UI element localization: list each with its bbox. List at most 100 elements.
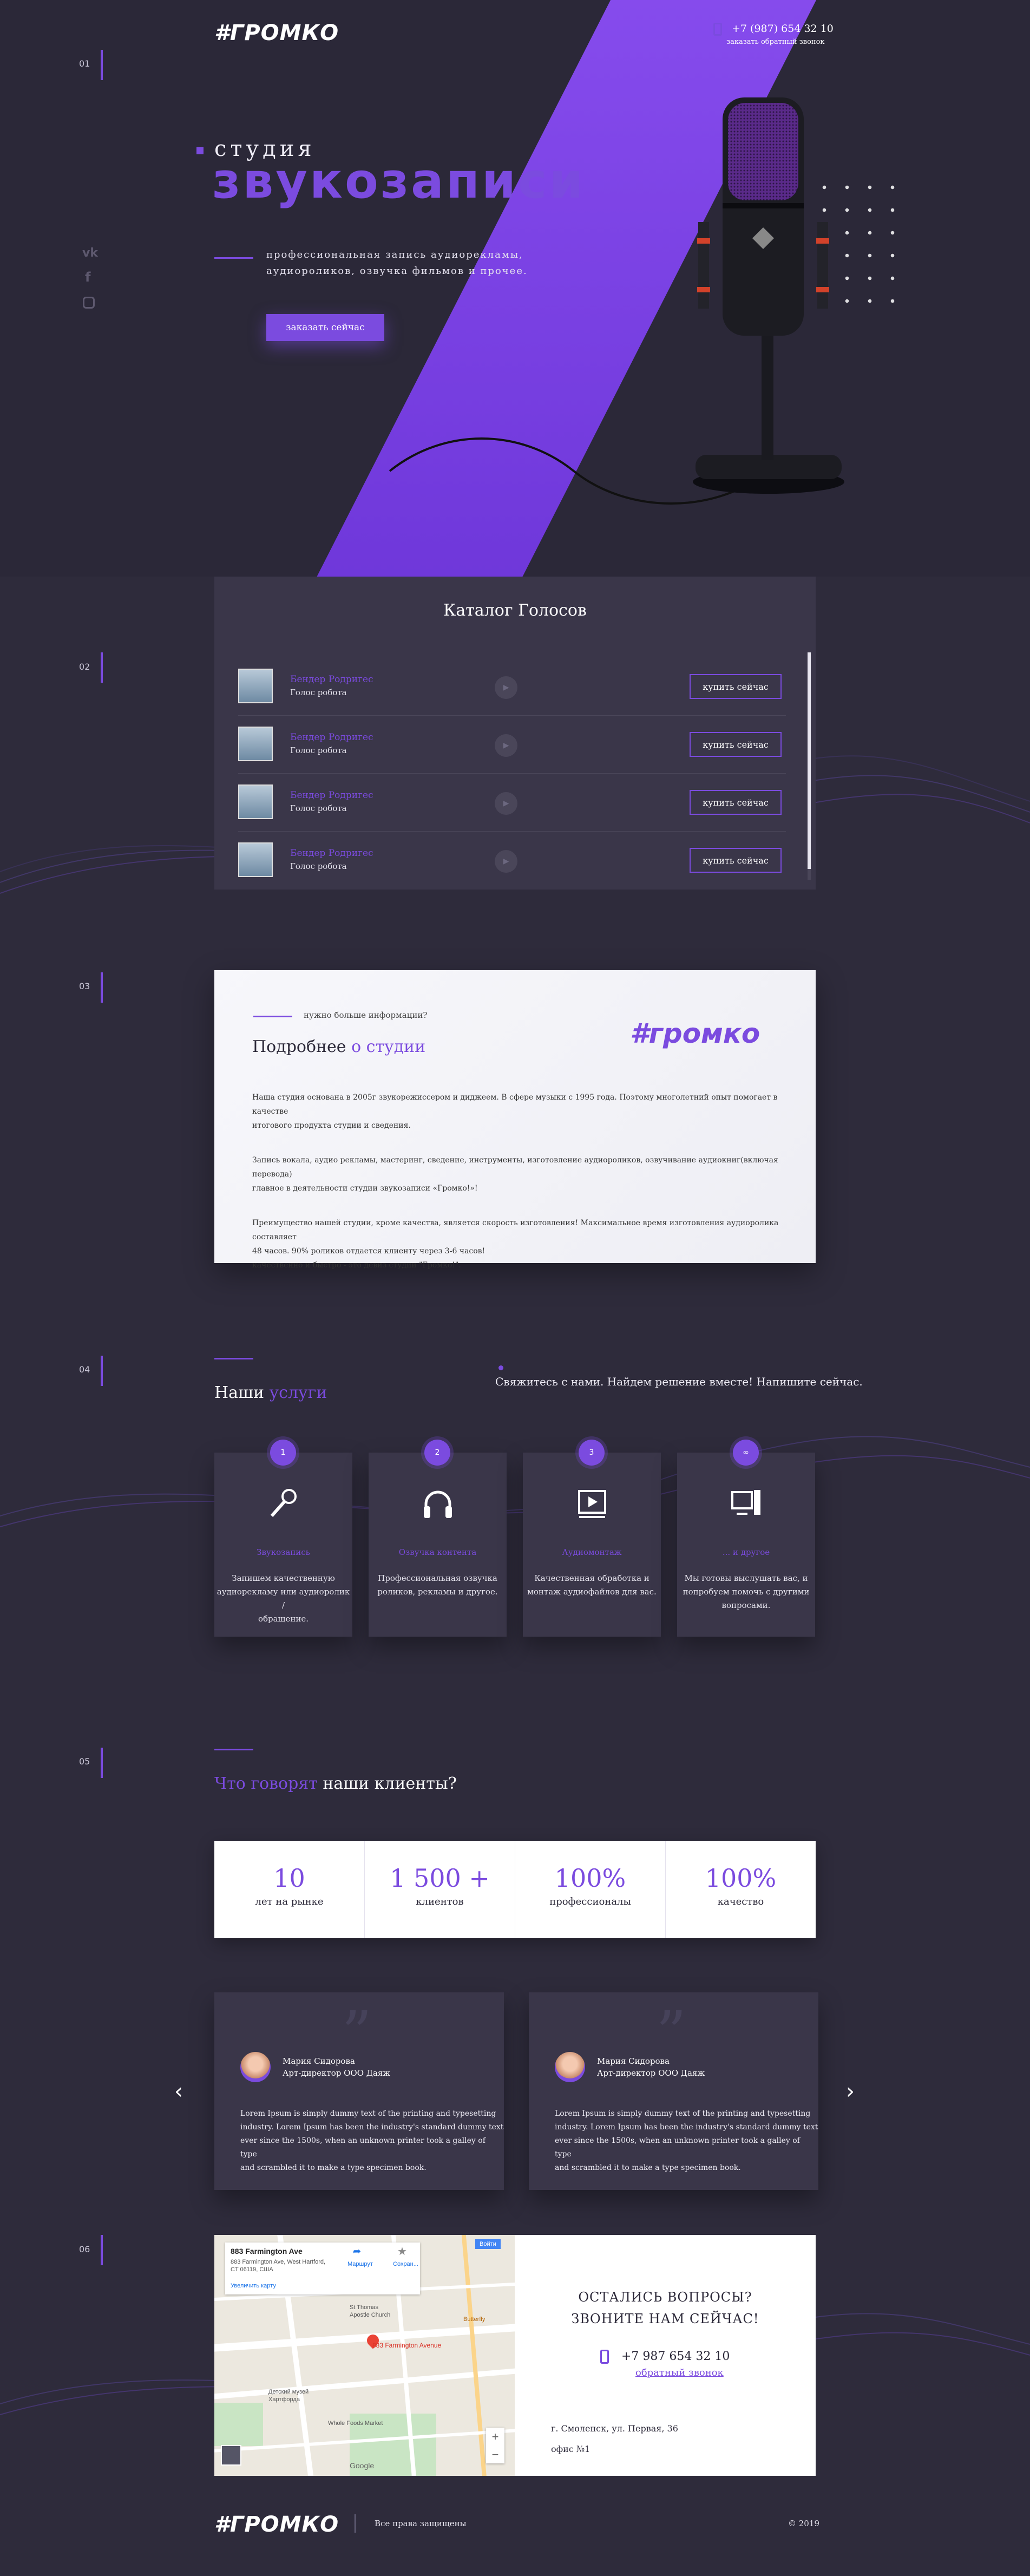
contact-dot: [498, 1365, 503, 1370]
logo[interactable]: #ГРОМКО: [214, 21, 339, 45]
voice-name[interactable]: Бендер Родригес: [290, 790, 373, 801]
service-text: Запишем качественную аудиорекламу или ауд…: [217, 1573, 350, 1624]
footer-logo[interactable]: #ГРОМКО: [214, 2512, 339, 2537]
map-zoom-control[interactable]: + −: [486, 2428, 504, 2463]
map-poi: Butterfly: [463, 2316, 486, 2323]
about-kicker: нужно больше информации?: [304, 1010, 428, 1020]
kicker-marker: [196, 147, 204, 154]
voice-row: Бендер Родригес Голос робота ▶ купить се…: [238, 716, 786, 774]
map[interactable]: 883 Farmington Ave 883 Farmington Ave, W…: [214, 2235, 515, 2476]
play-icon[interactable]: ▶: [495, 734, 517, 757]
buy-now-button[interactable]: купить сейчас: [690, 732, 782, 757]
voice-row: Бендер Родригес Голос робота ▶ купить се…: [238, 774, 786, 832]
hero-title: звукозаписи: [212, 153, 586, 210]
prev-arrow-icon[interactable]: ‹: [174, 2079, 183, 2104]
reviews-title: Что говорят наши клиенты?: [214, 1774, 457, 1793]
stat-label: качество: [717, 1896, 764, 1907]
contacts-phone[interactable]: +7 987 654 32 10: [621, 2350, 730, 2363]
play-icon[interactable]: ▶: [495, 676, 517, 699]
microphone-icon: [270, 1489, 297, 1517]
next-arrow-icon[interactable]: ›: [846, 2079, 855, 2104]
reviewer-name: Мария Сидорова: [597, 2056, 670, 2066]
hero-section: #ГРОМКО +7 (987) 654 32 10 заказать обра…: [0, 0, 1030, 577]
voice-name[interactable]: Бендер Родригес: [290, 732, 373, 743]
services-contact[interactable]: Свяжитесь с нами. Найдем решение вместе!…: [495, 1375, 863, 1388]
service-card[interactable]: 1 Звукозапись Запишем качественную аудиор…: [214, 1440, 352, 1637]
hero-desc-2: аудиороликов, озвучка фильмов и прочее.: [266, 265, 528, 277]
buy-now-button[interactable]: купить сейчас: [690, 848, 782, 873]
voice-type: Голос робота: [290, 688, 347, 697]
voice-row: Бендер Родригес Голос робота ▶ купить се…: [238, 658, 786, 716]
service-title: Звукозапись: [257, 1547, 310, 1557]
contacts-office: офис №1: [551, 2444, 591, 2454]
route-icon[interactable]: ➦: [353, 2246, 361, 2257]
vk-icon[interactable]: vk: [82, 246, 98, 260]
voice-catalog: Каталог Голосов Бендер Родригес Голос ро…: [214, 577, 816, 890]
contacts-callback-link[interactable]: обратный звонок: [635, 2367, 724, 2378]
service-title: Озвучка контента: [398, 1547, 477, 1557]
review-card: ” Мария Сидорова Арт-директор ООО Даяж L…: [529, 1992, 818, 2190]
section-indicator: [101, 50, 103, 80]
map-layers-thumbnail[interactable]: [221, 2445, 241, 2466]
quote-icon: ”: [342, 1998, 372, 2068]
map-place-addr: 883 Farmington Ave, West Hartford,: [231, 2259, 326, 2265]
avatar: [238, 727, 273, 761]
service-card[interactable]: 2 Озвучка контента Профессиональная озву…: [369, 1440, 507, 1637]
contacts-block: 883 Farmington Ave 883 Farmington Ave, W…: [214, 2235, 816, 2476]
about-text: Наша студия основана в 2005г звукорежисс…: [252, 1093, 779, 1270]
reviewer-name: Мария Сидорова: [283, 2056, 355, 2066]
voice-type: Голос робота: [290, 861, 347, 871]
service-badge: 3: [579, 1440, 605, 1466]
section-indicator: [101, 2235, 103, 2265]
about-title: Подробнее о студии: [252, 1037, 426, 1056]
section-indicator: [101, 1748, 103, 1778]
stat-value: 10: [273, 1864, 305, 1893]
headphones-icon: [424, 1490, 452, 1518]
map-bigger-link[interactable]: Увеличить карту: [231, 2283, 276, 2289]
contacts-address: г. Смоленск, ул. Первая, 36: [551, 2423, 678, 2434]
service-card[interactable]: 3 Аудиомонтаж Качественная обработка и мо…: [523, 1440, 661, 1637]
buy-now-button[interactable]: купить сейчас: [690, 674, 782, 699]
stat-item: 100% профессионалы: [515, 1841, 666, 1938]
footer-rights: Все права защищены: [375, 2519, 467, 2528]
footer-divider: [355, 2514, 356, 2533]
about-card: нужно больше информации? Подробнее о сту…: [214, 970, 816, 1270]
catalog-scrollbar[interactable]: [808, 652, 811, 880]
map-poi: Apostle Church: [350, 2312, 391, 2318]
contacts-question: ОСТАЛИСЬ ВОПРОСЫ? ЗВОНИТЕ НАМ СЕЙЧАС!: [571, 2290, 759, 2326]
stat-label: профессионалы: [549, 1896, 631, 1907]
stats-bar: 10 лет на рынке 1 500 + клиентов 100% пр…: [214, 1841, 816, 1938]
review-card: ” Мария Сидорова Арт-директор ООО Даяж L…: [214, 1992, 504, 2190]
voice-name[interactable]: Бендер Родригес: [290, 848, 373, 859]
stat-label: лет на рынке: [255, 1896, 324, 1907]
service-card[interactable]: ∞ ... и другое Мы готовы выслушать вас, …: [677, 1440, 815, 1637]
instagram-icon[interactable]: [83, 297, 95, 309]
stat-item: 1 500 + клиентов: [365, 1841, 515, 1938]
stat-item: 10 лет на рынке: [214, 1841, 365, 1938]
facebook-icon[interactable]: f: [85, 270, 90, 285]
header-phone[interactable]: +7 (987) 654 32 10: [732, 23, 834, 35]
buy-now-button[interactable]: купить сейчас: [690, 790, 782, 815]
play-icon[interactable]: ▶: [495, 792, 517, 815]
microphone-image: [389, 97, 844, 505]
about-line: [253, 1016, 292, 1017]
video-icon: [578, 1490, 606, 1518]
section-number: 06: [79, 2244, 90, 2254]
stat-value: 1 500 +: [390, 1864, 490, 1893]
stat-value: 100%: [705, 1864, 777, 1893]
map-place-addr2: CT 06119, США: [231, 2266, 273, 2273]
order-now-button[interactable]: заказать сейчас: [266, 314, 384, 341]
service-text: Мы готовы выслушать вас, и попробуем помо…: [683, 1573, 810, 1610]
map-save-link[interactable]: Сохран...: [393, 2261, 418, 2267]
hero-desc-1: профессиональная запись аудиорекламы,: [266, 249, 523, 260]
avatar: [238, 669, 273, 703]
star-icon[interactable]: ★: [397, 2245, 407, 2258]
map-signin-button[interactable]: Войти: [475, 2239, 501, 2249]
header-callback-link[interactable]: заказать обратный звонок: [726, 38, 825, 46]
map-route-link[interactable]: Маршрут: [347, 2261, 373, 2267]
play-icon[interactable]: ▶: [495, 850, 517, 873]
voice-name[interactable]: Бендер Родригес: [290, 674, 373, 685]
phone-icon: [600, 2350, 609, 2364]
section-number: 02: [79, 662, 90, 672]
avatar: [238, 784, 273, 819]
